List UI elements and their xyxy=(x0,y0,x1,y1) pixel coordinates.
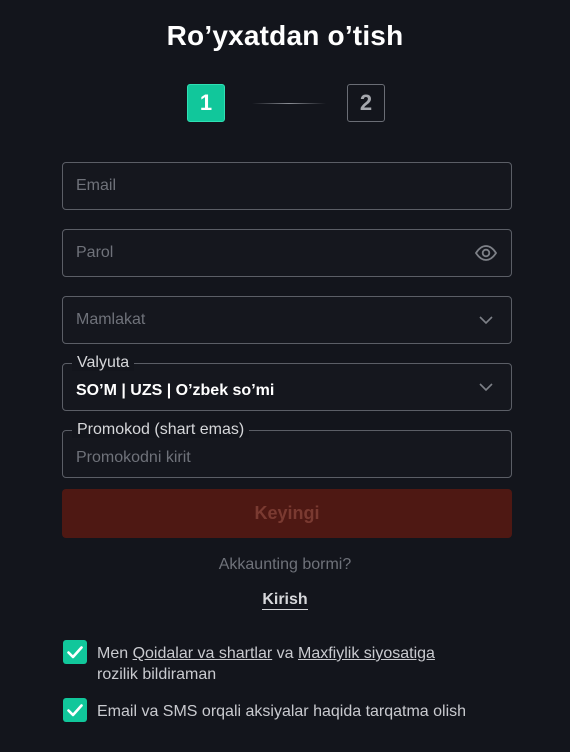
promo-code-field[interactable]: Promokod (shart emas) Promokodni kirit xyxy=(62,422,512,478)
chevron-down-icon xyxy=(475,310,497,330)
login-link-container: Kirish xyxy=(0,591,570,610)
checkmark-icon xyxy=(67,645,83,658)
password-field[interactable]: Parol xyxy=(62,229,512,277)
password-placeholder: Parol xyxy=(76,244,114,261)
stepper-connector xyxy=(252,103,326,104)
currency-select[interactable]: Valyuta SO’M | UZS | O’zbek so’mi xyxy=(62,355,512,411)
terms-link[interactable]: Qoidalar va shartlar xyxy=(133,645,273,662)
chevron-down-icon xyxy=(475,377,497,397)
step-1-indicator: 1 xyxy=(187,84,225,122)
registration-stepper: 1 2 xyxy=(186,84,388,126)
promo-code-label: Promokod (shart emas) xyxy=(72,422,250,438)
page-title: Ro’yxatdan o’tish xyxy=(166,20,404,51)
terms-middle: va xyxy=(272,645,298,662)
promo-code-placeholder: Promokodni kirit xyxy=(76,449,191,466)
checkmark-icon xyxy=(67,703,83,716)
currency-value: SO’M | UZS | O’zbek so’mi xyxy=(76,382,275,399)
terms-prefix: Men xyxy=(97,645,133,662)
terms-checkbox[interactable] xyxy=(63,640,87,664)
email-placeholder: Email xyxy=(76,177,117,194)
eye-icon[interactable] xyxy=(475,243,497,263)
marketing-checkbox[interactable] xyxy=(63,698,87,722)
login-link[interactable]: Kirish xyxy=(262,591,308,610)
terms-suffix: rozilik bildiraman xyxy=(97,666,217,683)
privacy-link[interactable]: Maxfiylik siyosatiga xyxy=(298,645,435,662)
terms-consent-text: Men Qoidalar va shartlar va Maxfiylik si… xyxy=(97,643,517,685)
currency-label: Valyuta xyxy=(72,355,135,371)
next-button[interactable]: Keyingi xyxy=(62,489,512,538)
marketing-consent-text: Email va SMS orqali aksiyalar haqida tar… xyxy=(97,703,467,720)
email-field[interactable]: Email xyxy=(62,162,512,210)
has-account-text: Akkaunting bormi? xyxy=(218,556,352,573)
country-select[interactable]: Mamlakat xyxy=(62,296,512,344)
step-2-indicator: 2 xyxy=(347,84,385,122)
country-placeholder: Mamlakat xyxy=(76,311,146,328)
